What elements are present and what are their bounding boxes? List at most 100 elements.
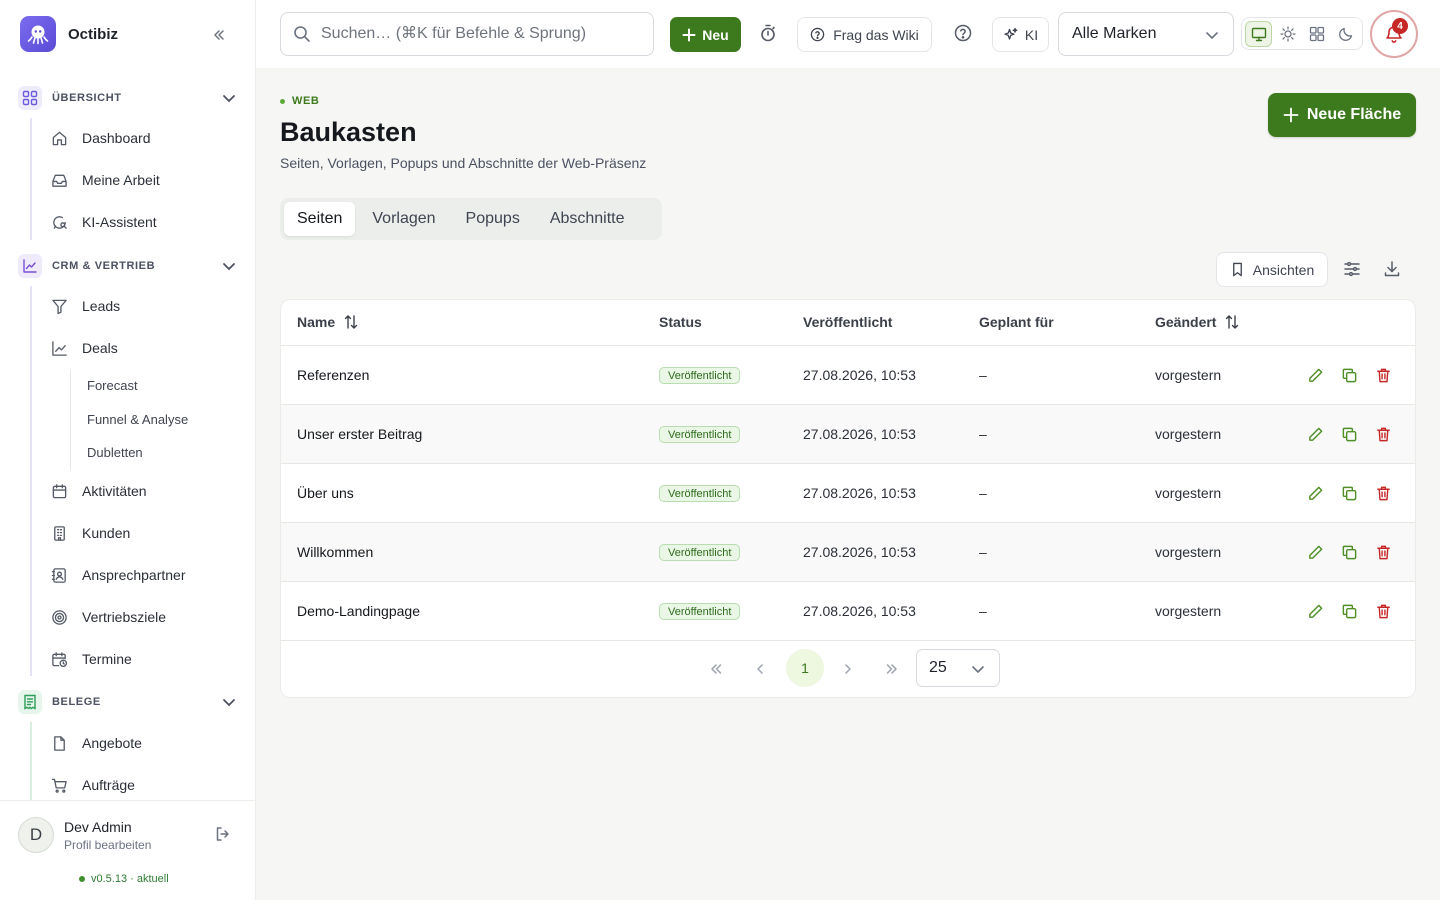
nav-group-overview[interactable]: ÜBERSICHT: [18, 86, 242, 110]
nav-group-label: BELEGE: [52, 696, 101, 708]
table-row[interactable]: Referenzen Veröffentlicht 27.08.2026, 10:5…: [281, 346, 1415, 405]
sidebar-item-aktivitaeten[interactable]: Aktivitäten: [50, 477, 147, 505]
sidebar-subitem-dubletten[interactable]: Dubletten: [87, 442, 143, 462]
edit-icon[interactable]: [1306, 543, 1324, 561]
building-icon: [50, 524, 68, 542]
search-box[interactable]: [280, 12, 654, 56]
sidebar-item-label: Aufträge: [82, 777, 135, 793]
sidebar-subitem-funnel[interactable]: Funnel & Analyse: [87, 409, 188, 429]
timer-icon[interactable]: [758, 23, 778, 48]
tab-seiten[interactable]: Seiten: [284, 202, 356, 236]
edit-icon[interactable]: [1306, 484, 1324, 502]
sidebar-item-kunden[interactable]: Kunden: [50, 519, 130, 547]
moon-icon[interactable]: [1332, 21, 1359, 47]
nav-group-label: ÜBERSICHT: [52, 92, 122, 104]
nav-group-crm[interactable]: CRM & VERTRIEB: [18, 254, 242, 278]
new-button[interactable]: Neu: [670, 17, 741, 52]
row-scheduled: –: [979, 485, 987, 501]
page-number-current[interactable]: 1: [786, 649, 824, 687]
row-published: 27.08.2026, 10:53: [803, 426, 916, 442]
sidebar-item-ki-assistent[interactable]: KI-Assistent: [50, 208, 157, 236]
pagination: 1 25: [281, 640, 1415, 697]
collapse-sidebar-icon[interactable]: [208, 24, 230, 46]
download-icon[interactable]: [1382, 259, 1402, 284]
row-name[interactable]: Willkommen: [297, 544, 373, 560]
sidebar-item-meine-arbeit[interactable]: Meine Arbeit: [50, 166, 160, 194]
search-input[interactable]: [321, 25, 641, 43]
brand-select-value: Alle Marken: [1072, 25, 1157, 42]
sidebar-item-vertriebsziele[interactable]: Vertriebsziele: [50, 603, 166, 631]
sidebar-item-deals[interactable]: Deals: [50, 334, 118, 362]
sliders-icon[interactable]: [1342, 259, 1362, 284]
sidebar-item-dashboard[interactable]: Dashboard: [50, 124, 151, 152]
column-header-scheduled: Geplant für: [979, 314, 1054, 330]
plus-icon: [682, 28, 696, 42]
tab-popups[interactable]: Popups: [453, 202, 533, 236]
last-page-icon[interactable]: [880, 657, 904, 681]
page-size-select[interactable]: 25: [916, 649, 1000, 687]
pages-table: Name Status Veröffentlicht Geplant für G…: [280, 299, 1416, 698]
avatar[interactable]: D: [18, 817, 54, 853]
column-header-name[interactable]: Name: [297, 314, 359, 330]
duplicate-icon[interactable]: [1340, 602, 1358, 620]
trash-icon[interactable]: [1374, 366, 1392, 384]
edit-icon[interactable]: [1306, 425, 1324, 443]
monitor-icon[interactable]: [1245, 20, 1273, 47]
duplicate-icon[interactable]: [1340, 484, 1358, 502]
trash-icon[interactable]: [1374, 602, 1392, 620]
ai-button[interactable]: KI: [992, 17, 1049, 52]
duplicate-icon[interactable]: [1340, 366, 1358, 384]
layout-grid-icon[interactable]: [1303, 21, 1330, 47]
sidebar-item-label: Meine Arbeit: [82, 172, 160, 188]
trash-icon[interactable]: [1374, 484, 1392, 502]
table-row[interactable]: Demo-Landingpage Veröffentlicht 27.08.2026…: [281, 582, 1415, 641]
trash-icon[interactable]: [1374, 543, 1392, 561]
user-name[interactable]: Dev Admin: [64, 819, 132, 835]
duplicate-icon[interactable]: [1340, 543, 1358, 561]
table-row[interactable]: Willkommen Veröffentlicht 27.08.2026, 10:5…: [281, 523, 1415, 582]
sidebar-item-leads[interactable]: Leads: [50, 292, 120, 320]
sidebar-item-termine[interactable]: Termine: [50, 645, 132, 673]
ask-wiki-button[interactable]: Frag das Wiki: [797, 17, 932, 52]
brand-select[interactable]: Alle Marken: [1058, 12, 1234, 56]
prev-page-icon[interactable]: [748, 657, 772, 681]
notifications-button[interactable]: [1370, 10, 1418, 58]
help-icon[interactable]: [953, 23, 973, 48]
column-header-status: Status: [659, 314, 702, 330]
edit-icon[interactable]: [1306, 366, 1324, 384]
table-row[interactable]: Unser erster Beitrag Veröffentlicht 27.08.…: [281, 405, 1415, 464]
new-surface-button[interactable]: Neue Fläche: [1268, 93, 1416, 137]
sidebar-subitem-forecast[interactable]: Forecast: [87, 375, 138, 395]
column-header-changed[interactable]: Geändert: [1155, 314, 1240, 330]
tab-abschnitte[interactable]: Abschnitte: [537, 202, 638, 236]
chevron-down-icon: [220, 89, 238, 112]
row-name[interactable]: Referenzen: [297, 367, 369, 383]
edit-icon[interactable]: [1306, 602, 1324, 620]
sidebar-item-ansprechpartner[interactable]: Ansprechpartner: [50, 561, 186, 589]
edit-profile-link[interactable]: Profil bearbeiten: [64, 838, 151, 852]
row-name[interactable]: Über uns: [297, 485, 354, 501]
sidebar-item-angebote[interactable]: Angebote: [50, 729, 142, 757]
row-name[interactable]: Demo-Landingpage: [297, 603, 420, 619]
bookmark-icon: [1230, 262, 1245, 277]
trash-icon[interactable]: [1374, 425, 1392, 443]
column-label: Geändert: [1155, 314, 1217, 330]
row-name[interactable]: Unser erster Beitrag: [297, 426, 422, 442]
logout-icon[interactable]: [214, 825, 232, 848]
next-page-icon[interactable]: [836, 657, 860, 681]
nav-group-belege[interactable]: BELEGE: [18, 690, 242, 714]
sidebar-item-auftraege[interactable]: Aufträge: [50, 771, 135, 799]
status-badge: Veröffentlicht: [659, 426, 741, 443]
views-button[interactable]: Ansichten: [1216, 252, 1328, 287]
table-row[interactable]: Über uns Veröffentlicht 27.08.2026, 10:53 –…: [281, 464, 1415, 523]
sun-icon[interactable]: [1274, 21, 1301, 47]
first-page-icon[interactable]: [704, 657, 728, 681]
sidebar-item-label: Dashboard: [82, 130, 151, 146]
status-badge: Veröffentlicht: [659, 367, 741, 384]
brand[interactable]: Octibiz: [20, 16, 118, 52]
receipt-icon: [18, 690, 42, 714]
notification-count-badge: 4: [1392, 18, 1408, 34]
tab-vorlagen[interactable]: Vorlagen: [359, 202, 448, 236]
duplicate-icon[interactable]: [1340, 425, 1358, 443]
page-subtitle: Seiten, Vorlagen, Popups und Abschnitte …: [280, 155, 647, 171]
